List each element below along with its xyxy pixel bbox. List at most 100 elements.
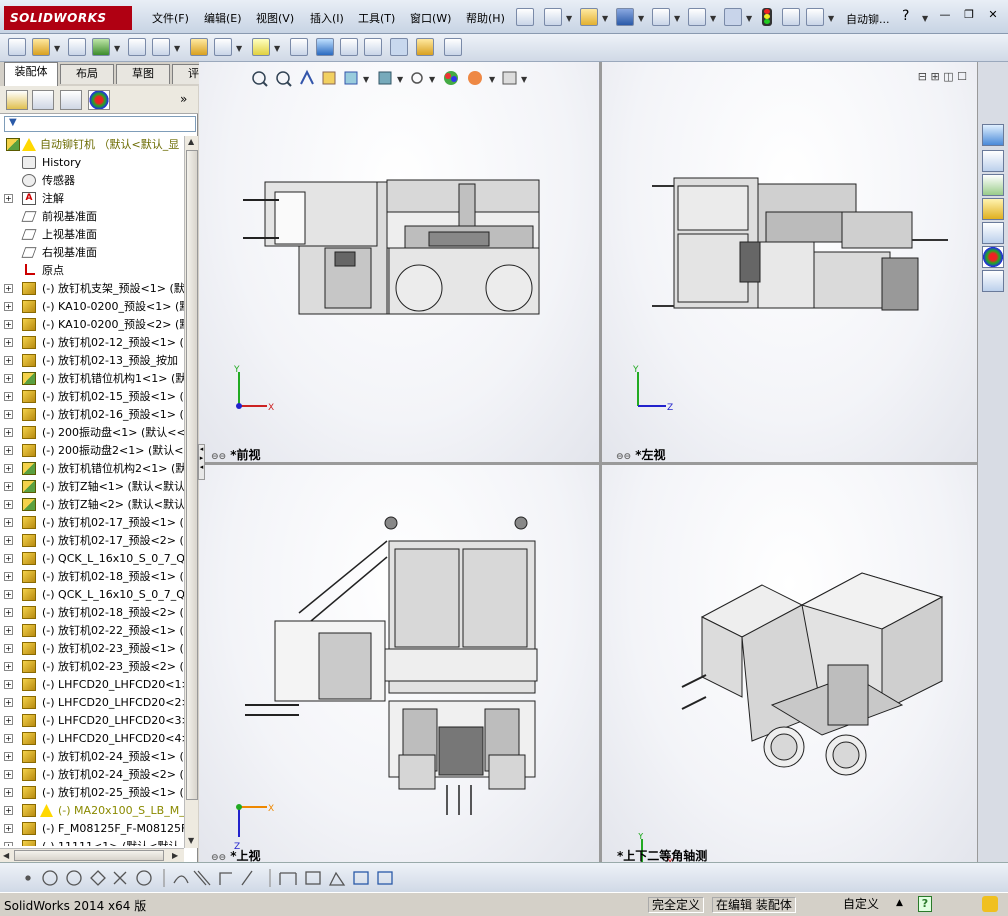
tree-node[interactable]: 原点 [0, 262, 184, 280]
smart-fasteners-icon[interactable] [128, 38, 146, 56]
expand-plus-icon[interactable]: + [4, 284, 13, 293]
tree-node[interactable]: + (-) 放钉机02-18_预設<2> ( [0, 604, 184, 622]
options-list-icon[interactable] [806, 8, 824, 26]
scroll-right-icon[interactable]: ▶ [172, 851, 178, 860]
tree-node[interactable]: + (-) 11111<1> (默认<默认_ [0, 838, 184, 846]
expand-plus-icon[interactable]: + [4, 536, 13, 545]
expand-plus-icon[interactable]: + [4, 392, 13, 401]
tree-node[interactable]: + (-) 放钉机02-16_预設<1> ( [0, 406, 184, 424]
menu-file[interactable]: 文件(F) [152, 10, 189, 26]
chevron-down-icon[interactable]: ▼ [828, 14, 834, 23]
help-icon[interactable]: ? [902, 8, 909, 24]
chevron-down-icon[interactable]: ▼ [566, 14, 572, 23]
tree-node[interactable]: + (-) KA10-0200_预設<2> (默 [0, 316, 184, 334]
tree-node[interactable]: + (-) 放钉机02-12_预設<1> ( [0, 334, 184, 352]
tree-node[interactable]: + (-) 放钉Z轴<2> (默认<默认 [0, 496, 184, 514]
expand-plus-icon[interactable]: + [4, 680, 13, 689]
appearances-icon[interactable] [982, 246, 1004, 268]
view-palette-icon[interactable] [982, 222, 1004, 244]
feature-manager-tab-icon[interactable] [6, 90, 28, 110]
configuration-manager-tab-icon[interactable] [60, 90, 82, 110]
expand-plus-icon[interactable]: + [4, 554, 13, 563]
select-arrow-icon[interactable] [724, 8, 742, 26]
scroll-left-icon[interactable]: ◀ [3, 851, 9, 860]
tree-node[interactable]: 前视基准面 [0, 208, 184, 226]
tree-node[interactable]: + (-) 放钉Z轴<1> (默认<默认_ [0, 478, 184, 496]
assembly-features-icon[interactable] [214, 38, 232, 56]
new-document-icon[interactable] [544, 8, 562, 26]
display-manager-tab-icon[interactable] [88, 90, 110, 110]
status-units[interactable]: 自定义 [840, 897, 882, 913]
tree-node[interactable]: + (-) QCK_L_16x10_S_0_7_Q [0, 550, 184, 568]
expand-plus-icon[interactable]: + [4, 482, 13, 491]
graphics-area[interactable]: ▼ ▼ ▼ ▼ ▼ Y X ⊖⊖ *前视 ⊟ ⊞ ◫ ☐ Y Z ⊖⊖ *左视 … [198, 62, 977, 863]
expand-plus-icon[interactable]: + [4, 842, 13, 846]
open-icon[interactable] [580, 8, 598, 26]
expand-plus-icon[interactable]: + [4, 194, 13, 203]
exploded-view-icon[interactable] [340, 38, 358, 56]
move-component-icon[interactable] [152, 38, 170, 56]
tree-horizontal-scrollbar[interactable]: ◀ ▶ [0, 848, 184, 862]
chevron-down-icon[interactable]: ▼ [174, 44, 180, 53]
chevron-down-icon[interactable]: ▼ [710, 14, 716, 23]
chevron-down-icon[interactable]: ▼ [114, 44, 120, 53]
component-pattern-icon[interactable] [68, 38, 86, 56]
tree-root-assembly[interactable]: 自动铆钉机 （默认<默认_显 [0, 136, 184, 154]
rebuild-traffic-light-icon[interactable] [762, 8, 772, 26]
expand-plus-icon[interactable]: + [4, 626, 13, 635]
scroll-down-icon[interactable]: ▼ [188, 836, 194, 845]
tab-layout[interactable]: 布局 [60, 64, 114, 84]
tree-node[interactable]: + (-) 放钉机02-13_预設_按加 [0, 352, 184, 370]
expand-plus-icon[interactable]: + [4, 824, 13, 833]
menu-insert[interactable]: 插入(I) [310, 10, 344, 26]
pin-icon[interactable] [516, 8, 534, 26]
tree-node[interactable]: + (-) 放钉机02-17_预設<1> ( [0, 514, 184, 532]
close-icon[interactable]: ✕ [984, 8, 1002, 24]
tree-node[interactable]: + (-) 200振动盘2<1> (默认< [0, 442, 184, 460]
expand-plus-icon[interactable]: + [4, 716, 13, 725]
tree-node[interactable]: + (-) 放钉机错位机构1<1> (默 [0, 370, 184, 388]
expand-plus-icon[interactable]: + [4, 500, 13, 509]
menu-help[interactable]: 帮助(H) [466, 10, 505, 26]
custom-properties-icon[interactable] [982, 270, 1004, 292]
expand-plus-icon[interactable]: + [4, 320, 13, 329]
tree-node[interactable]: + (-) 放钉机支架_预設<1> (默 [0, 280, 184, 298]
chevron-down-icon[interactable]: ▼ [746, 14, 752, 23]
tree-node[interactable]: + A 注解 [0, 190, 184, 208]
tree-node[interactable]: History [0, 154, 184, 172]
tree-node[interactable]: + (-) KA10-0200_预設<1> (默 [0, 298, 184, 316]
take-snapshot-icon[interactable] [444, 38, 462, 56]
undo-icon[interactable] [688, 8, 706, 26]
chevron-down-icon[interactable]: ▼ [602, 14, 608, 23]
tree-node[interactable]: + (-) LHFCD20_LHFCD20<4> ( [0, 730, 184, 748]
home-icon[interactable] [982, 150, 1004, 172]
file-properties-icon[interactable] [782, 8, 800, 26]
expand-plus-icon[interactable]: + [4, 356, 13, 365]
view-pane-isometric[interactable]: Y X Z [602, 465, 977, 862]
expand-plus-icon[interactable]: + [4, 644, 13, 653]
chevron-down-icon[interactable]: ▼ [274, 44, 280, 53]
instant3d-icon[interactable] [390, 38, 408, 56]
expand-plus-icon[interactable]: + [4, 374, 13, 383]
expand-plus-icon[interactable]: + [4, 518, 13, 527]
expand-plus-icon[interactable]: + [4, 788, 13, 797]
tree-node[interactable]: + (-) 放钉机02-23_预設<2> ( [0, 658, 184, 676]
tree-node[interactable]: 上视基准面 [0, 226, 184, 244]
tree-vertical-scrollbar[interactable]: ▲ ▼ [184, 136, 198, 848]
tree-node[interactable]: + (-) 放钉机02-18_预設<1> ( [0, 568, 184, 586]
help-quick-tips-icon[interactable]: ? [918, 896, 932, 912]
tree-node[interactable]: + (-) 放钉机02-23_预設<1> ( [0, 640, 184, 658]
bill-of-materials-icon[interactable] [316, 38, 334, 56]
expand-plus-icon[interactable]: + [4, 662, 13, 671]
property-manager-tab-icon[interactable] [32, 90, 54, 110]
expand-plus-icon[interactable]: + [4, 806, 13, 815]
menu-window[interactable]: 窗口(W) [410, 10, 451, 26]
tree-node[interactable]: + (-) 放钉机02-25_预設<1> ( [0, 784, 184, 802]
tree-node[interactable]: + (-) 放钉机02-24_预設<2> ( [0, 766, 184, 784]
view-pane-front[interactable]: ▼ ▼ ▼ ▼ ▼ Y X ⊖⊖ *前视 [199, 62, 599, 462]
tab-sketch[interactable]: 草图 [116, 64, 170, 84]
rebuild-status-icon[interactable] [982, 896, 998, 912]
update-speedpak-icon[interactable] [416, 38, 434, 56]
tree-node[interactable]: 传感器 [0, 172, 184, 190]
menu-tools[interactable]: 工具(T) [358, 10, 395, 26]
